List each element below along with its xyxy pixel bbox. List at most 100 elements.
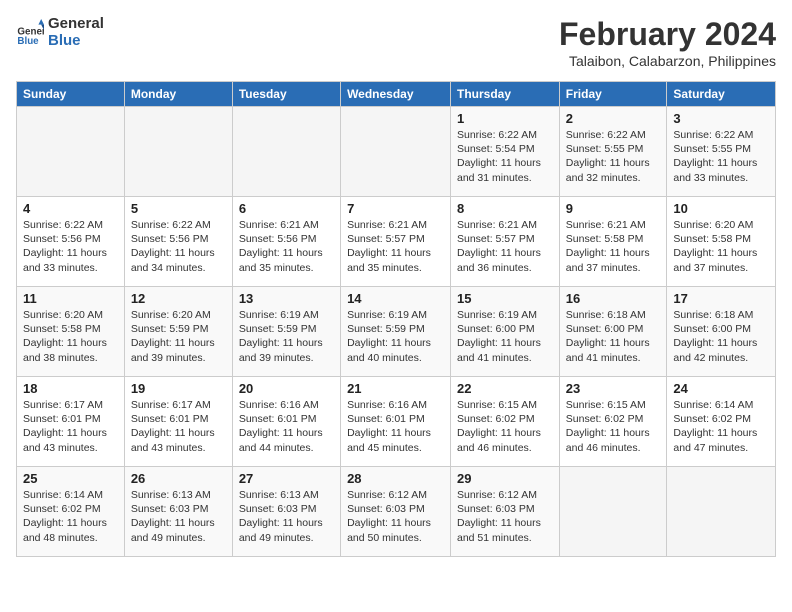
- calendar-cell: 7Sunrise: 6:21 AM Sunset: 5:57 PM Daylig…: [341, 197, 451, 287]
- calendar-week-row: 11Sunrise: 6:20 AM Sunset: 5:58 PM Dayli…: [17, 287, 776, 377]
- calendar-week-row: 18 Sunrise: 6:17 AM Sunset: 6:01 PM Dayli…: [17, 377, 776, 467]
- calendar-week-row: 4 Sunrise: 6:22 AM Sunset: 5:56 PM Daylig…: [17, 197, 776, 287]
- calendar-cell: 27 Sunrise: 6:13 AM Sunset: 6:03 PM Dayli…: [232, 467, 340, 557]
- day-info: Sunrise: 6:15 AM Sunset: 6:02 PM Dayligh…: [457, 398, 553, 455]
- day-header-wednesday: Wednesday: [341, 82, 451, 107]
- calendar-cell: 13Sunrise: 6:19 AM Sunset: 5:59 PM Dayli…: [232, 287, 340, 377]
- day-header-tuesday: Tuesday: [232, 82, 340, 107]
- day-info: Sunrise: 6:16 AM Sunset: 6:01 PM Dayligh…: [239, 398, 334, 455]
- day-number: 20: [239, 381, 334, 396]
- day-header-friday: Friday: [559, 82, 667, 107]
- calendar-table: SundayMondayTuesdayWednesdayThursdayFrid…: [16, 81, 776, 557]
- day-number: 6: [239, 201, 334, 216]
- logo: General Blue General Blue: [16, 16, 104, 49]
- day-info: Sunrise: 6:12 AM Sunset: 6:03 PM Dayligh…: [457, 488, 553, 545]
- calendar-cell: 23 Sunrise: 6:15 AM Sunset: 6:02 PM Dayli…: [559, 377, 667, 467]
- day-info: Sunrise: 6:21 AM Sunset: 5:57 PM Dayligh…: [347, 218, 444, 275]
- calendar-cell: 4 Sunrise: 6:22 AM Sunset: 5:56 PM Daylig…: [17, 197, 125, 287]
- day-number: 9: [566, 201, 661, 216]
- day-header-monday: Monday: [124, 82, 232, 107]
- day-info: Sunrise: 6:20 AM Sunset: 5:58 PM Dayligh…: [23, 308, 118, 365]
- day-number: 1: [457, 111, 553, 126]
- svg-text:Blue: Blue: [17, 36, 39, 47]
- day-info: Sunrise: 6:14 AM Sunset: 6:02 PM Dayligh…: [673, 398, 769, 455]
- day-info: Sunrise: 6:13 AM Sunset: 6:03 PM Dayligh…: [239, 488, 334, 545]
- day-info: Sunrise: 6:22 AM Sunset: 5:55 PM Dayligh…: [673, 128, 769, 185]
- calendar-body: 1 Sunrise: 6:22 AM Sunset: 5:54 PM Daylig…: [17, 107, 776, 557]
- location-title: Talaibon, Calabarzon, Philippines: [559, 53, 776, 69]
- day-number: 24: [673, 381, 769, 396]
- day-number: 12: [131, 291, 226, 306]
- day-number: 17: [673, 291, 769, 306]
- day-info: Sunrise: 6:14 AM Sunset: 6:02 PM Dayligh…: [23, 488, 118, 545]
- page-header: General Blue General Blue February 2024 …: [16, 16, 776, 69]
- calendar-cell: [17, 107, 125, 197]
- day-info: Sunrise: 6:22 AM Sunset: 5:55 PM Dayligh…: [566, 128, 661, 185]
- day-number: 3: [673, 111, 769, 126]
- month-title: February 2024: [559, 16, 776, 53]
- day-number: 16: [566, 291, 661, 306]
- day-header-thursday: Thursday: [451, 82, 560, 107]
- calendar-cell: 22Sunrise: 6:15 AM Sunset: 6:02 PM Dayli…: [451, 377, 560, 467]
- day-number: 18: [23, 381, 118, 396]
- day-info: Sunrise: 6:19 AM Sunset: 5:59 PM Dayligh…: [347, 308, 444, 365]
- day-info: Sunrise: 6:12 AM Sunset: 6:03 PM Dayligh…: [347, 488, 444, 545]
- calendar-week-row: 1 Sunrise: 6:22 AM Sunset: 5:54 PM Daylig…: [17, 107, 776, 197]
- day-info: Sunrise: 6:17 AM Sunset: 6:01 PM Dayligh…: [23, 398, 118, 455]
- logo-blue: Blue: [48, 33, 104, 50]
- day-info: Sunrise: 6:21 AM Sunset: 5:58 PM Dayligh…: [566, 218, 661, 275]
- calendar-cell: 18 Sunrise: 6:17 AM Sunset: 6:01 PM Dayli…: [17, 377, 125, 467]
- day-number: 26: [131, 471, 226, 486]
- day-number: 28: [347, 471, 444, 486]
- calendar-cell: 15 Sunrise: 6:19 AM Sunset: 6:00 PM Dayli…: [451, 287, 560, 377]
- day-info: Sunrise: 6:13 AM Sunset: 6:03 PM Dayligh…: [131, 488, 226, 545]
- calendar-cell: 12 Sunrise: 6:20 AM Sunset: 5:59 PM Dayli…: [124, 287, 232, 377]
- day-number: 15: [457, 291, 553, 306]
- logo-general: General: [48, 16, 104, 33]
- calendar-cell: [667, 467, 776, 557]
- day-number: 29: [457, 471, 553, 486]
- calendar-week-row: 25Sunrise: 6:14 AM Sunset: 6:02 PM Dayli…: [17, 467, 776, 557]
- day-info: Sunrise: 6:21 AM Sunset: 5:57 PM Dayligh…: [457, 218, 553, 275]
- calendar-cell: 21Sunrise: 6:16 AM Sunset: 6:01 PM Dayli…: [341, 377, 451, 467]
- calendar-header-row: SundayMondayTuesdayWednesdayThursdayFrid…: [17, 82, 776, 107]
- calendar-cell: 29 Sunrise: 6:12 AM Sunset: 6:03 PM Dayli…: [451, 467, 560, 557]
- calendar-cell: 9 Sunrise: 6:21 AM Sunset: 5:58 PM Daylig…: [559, 197, 667, 287]
- day-info: Sunrise: 6:22 AM Sunset: 5:56 PM Dayligh…: [23, 218, 118, 275]
- day-info: Sunrise: 6:20 AM Sunset: 5:58 PM Dayligh…: [673, 218, 769, 275]
- calendar-cell: 2 Sunrise: 6:22 AM Sunset: 5:55 PM Daylig…: [559, 107, 667, 197]
- day-info: Sunrise: 6:18 AM Sunset: 6:00 PM Dayligh…: [673, 308, 769, 365]
- calendar-cell: 5Sunrise: 6:22 AM Sunset: 5:56 PM Daylig…: [124, 197, 232, 287]
- calendar-cell: 6 Sunrise: 6:21 AM Sunset: 5:56 PM Daylig…: [232, 197, 340, 287]
- calendar-cell: 28 Sunrise: 6:12 AM Sunset: 6:03 PM Dayli…: [341, 467, 451, 557]
- calendar-cell: 8 Sunrise: 6:21 AM Sunset: 5:57 PM Daylig…: [451, 197, 560, 287]
- day-number: 5: [131, 201, 226, 216]
- day-info: Sunrise: 6:18 AM Sunset: 6:00 PM Dayligh…: [566, 308, 661, 365]
- calendar-cell: 10 Sunrise: 6:20 AM Sunset: 5:58 PM Dayli…: [667, 197, 776, 287]
- day-info: Sunrise: 6:21 AM Sunset: 5:56 PM Dayligh…: [239, 218, 334, 275]
- title-area: February 2024 Talaibon, Calabarzon, Phil…: [559, 16, 776, 69]
- day-number: 27: [239, 471, 334, 486]
- day-number: 14: [347, 291, 444, 306]
- calendar-cell: 25Sunrise: 6:14 AM Sunset: 6:02 PM Dayli…: [17, 467, 125, 557]
- day-number: 19: [131, 381, 226, 396]
- calendar-cell: 14 Sunrise: 6:19 AM Sunset: 5:59 PM Dayli…: [341, 287, 451, 377]
- calendar-cell: 24 Sunrise: 6:14 AM Sunset: 6:02 PM Dayli…: [667, 377, 776, 467]
- day-number: 2: [566, 111, 661, 126]
- calendar-cell: 20 Sunrise: 6:16 AM Sunset: 6:01 PM Dayli…: [232, 377, 340, 467]
- day-info: Sunrise: 6:19 AM Sunset: 6:00 PM Dayligh…: [457, 308, 553, 365]
- day-info: Sunrise: 6:22 AM Sunset: 5:54 PM Dayligh…: [457, 128, 553, 185]
- day-number: 4: [23, 201, 118, 216]
- day-number: 10: [673, 201, 769, 216]
- day-info: Sunrise: 6:17 AM Sunset: 6:01 PM Dayligh…: [131, 398, 226, 455]
- day-info: Sunrise: 6:20 AM Sunset: 5:59 PM Dayligh…: [131, 308, 226, 365]
- day-number: 8: [457, 201, 553, 216]
- day-number: 13: [239, 291, 334, 306]
- day-header-sunday: Sunday: [17, 82, 125, 107]
- calendar-cell: [124, 107, 232, 197]
- day-info: Sunrise: 6:15 AM Sunset: 6:02 PM Dayligh…: [566, 398, 661, 455]
- calendar-cell: 26 Sunrise: 6:13 AM Sunset: 6:03 PM Dayli…: [124, 467, 232, 557]
- day-number: 23: [566, 381, 661, 396]
- logo-icon: General Blue: [16, 19, 44, 47]
- calendar-cell: [232, 107, 340, 197]
